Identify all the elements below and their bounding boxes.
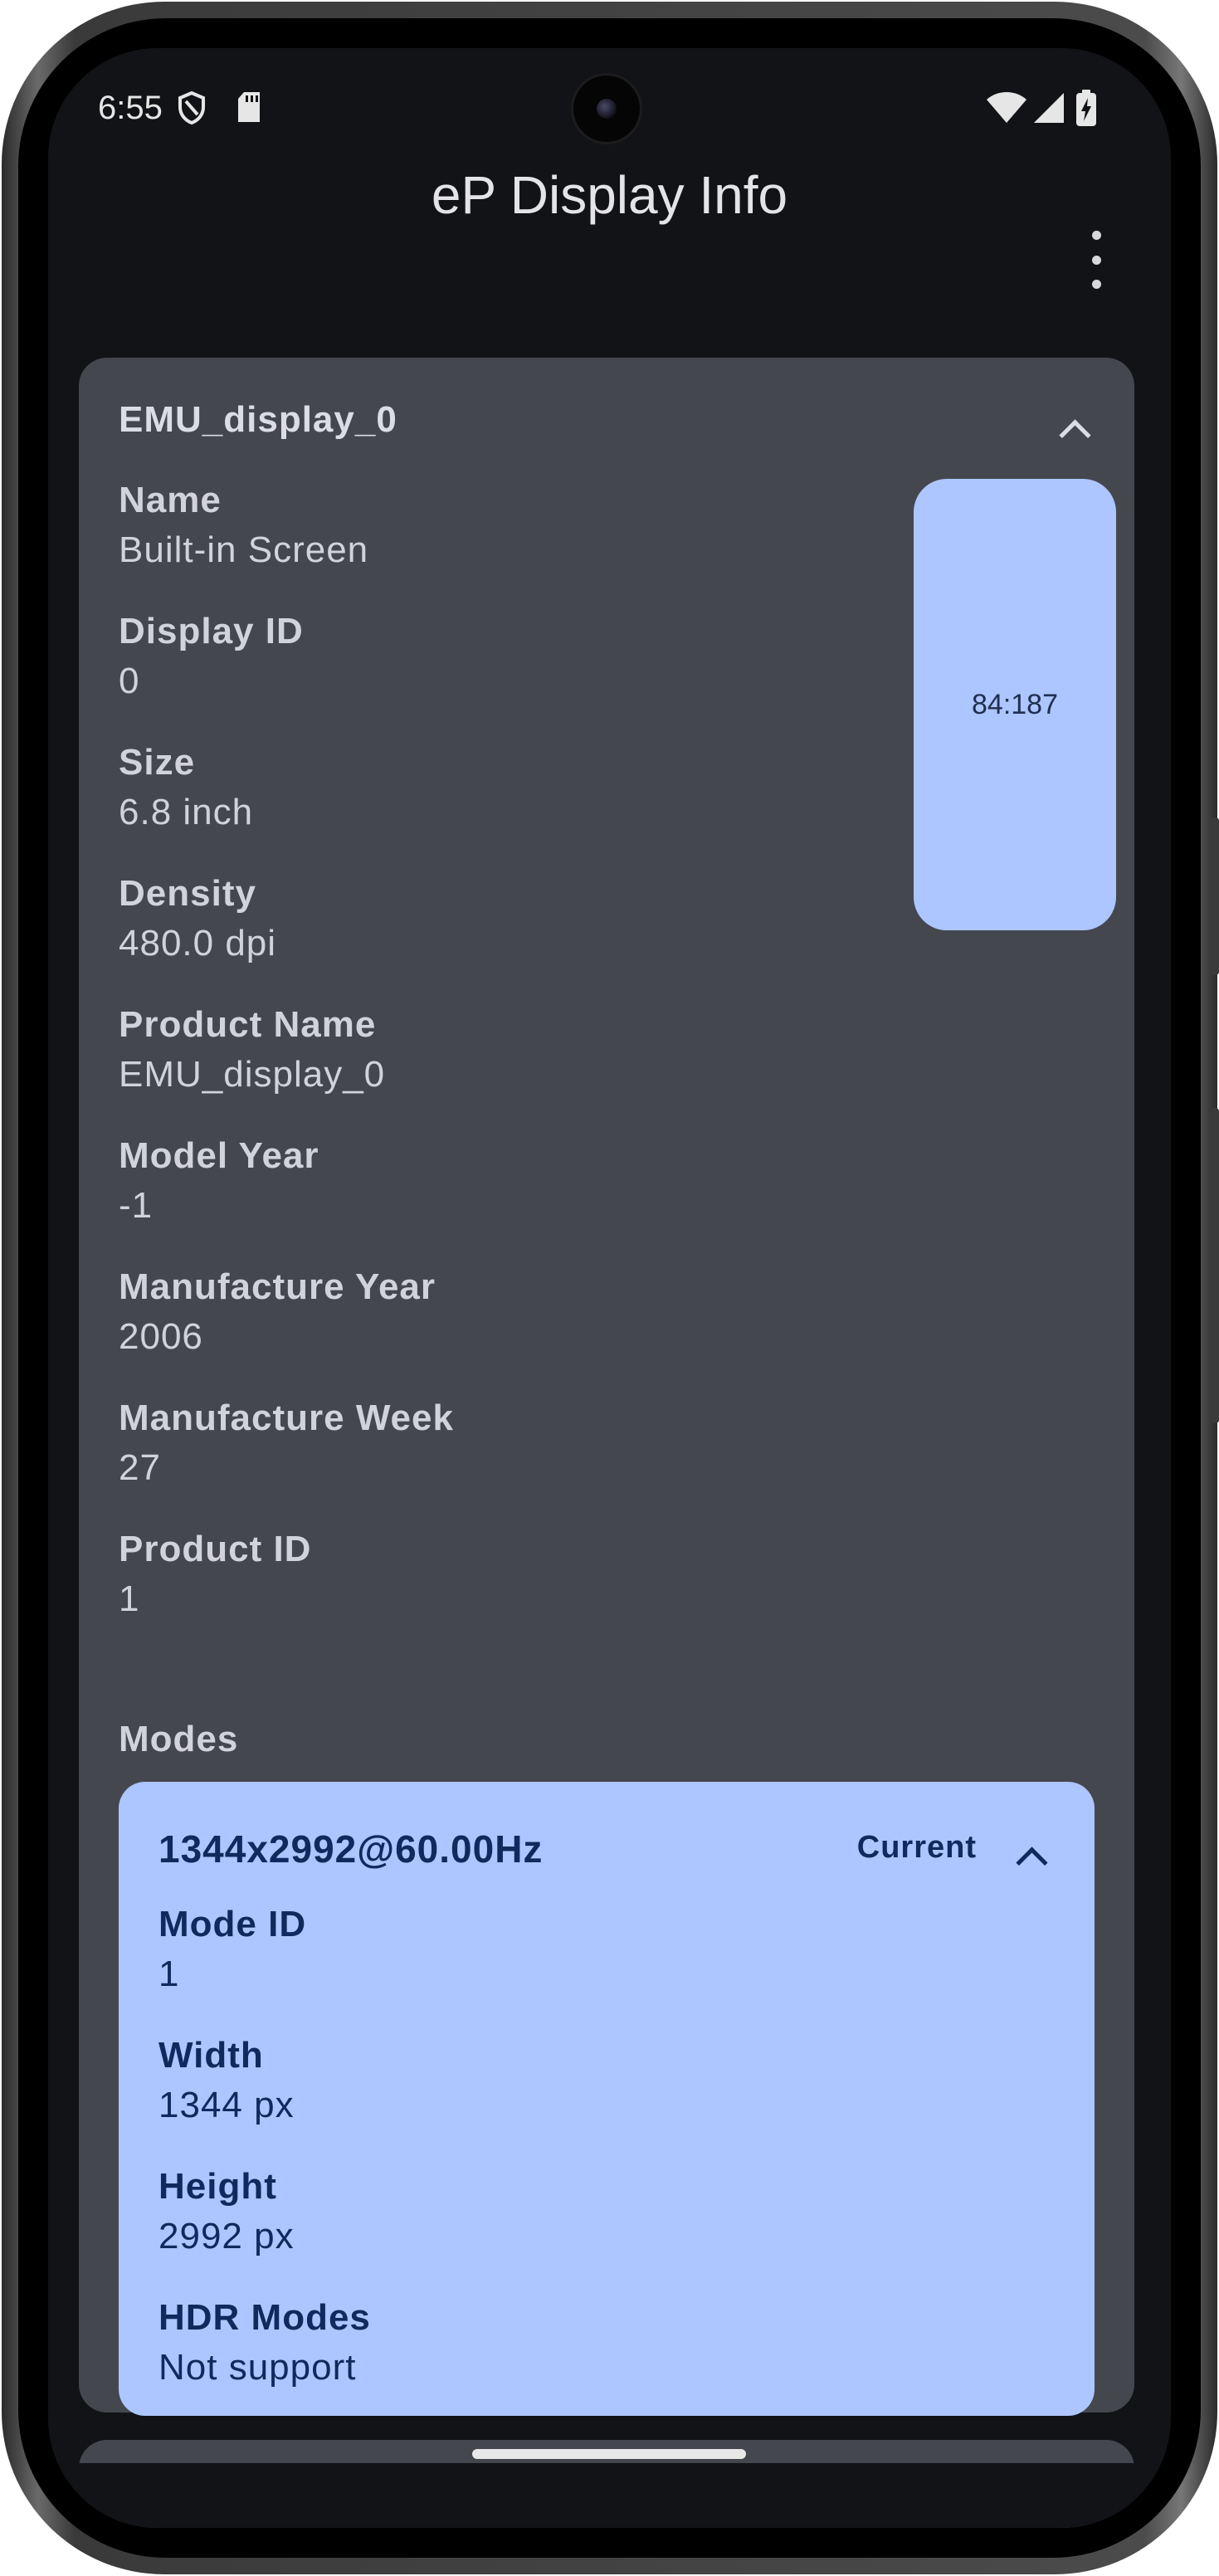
field-manufacture-week: Manufacture Week 27 [119, 1393, 454, 1493]
field-manufacture-year: Manufacture Year 2006 [119, 1262, 436, 1362]
collapse-chevron-icon[interactable] [1059, 419, 1091, 451]
modes-label: Modes [119, 1719, 239, 1759]
field-value: Built-in Screen [119, 529, 369, 570]
app-title: eP Display Info [431, 165, 788, 225]
field-label: Width [158, 2035, 264, 2076]
field-density: Density 480.0 dpi [119, 869, 276, 968]
field-product-id: Product ID 1 [119, 1525, 311, 1624]
field-value: 1 [119, 1578, 140, 1619]
field-value: 2992 px [158, 2216, 295, 2256]
status-time: 6:55 [98, 90, 163, 126]
field-value: 6.8 inch [119, 792, 254, 832]
field-label: Product Name [119, 1004, 377, 1045]
field-value: 2006 [119, 1316, 203, 1357]
mode-field-id: Mode ID 1 [158, 1900, 306, 1999]
mode-field-hdr: HDR Modes Not support [158, 2293, 371, 2393]
battery-charging-icon [1075, 90, 1097, 130]
volume-button [1211, 817, 1219, 975]
bottom-inset [48, 2463, 1171, 2528]
display-card: EMU_display_0 Name Built-in Screen Displ… [79, 358, 1134, 2416]
field-name: Name Built-in Screen [119, 476, 368, 575]
wifi-icon [986, 91, 1027, 129]
power-button [1211, 1108, 1219, 1423]
field-label: Manufacture Year [119, 1266, 436, 1307]
field-label: Mode ID [158, 1904, 307, 1944]
status-bar: 6:55 [48, 48, 1171, 148]
field-product-name: Product Name EMU_display_0 [119, 1000, 385, 1100]
field-value: 27 [119, 1447, 161, 1488]
field-size: Size 6.8 inch [119, 738, 253, 837]
aspect-ratio-preview: 84:187 [914, 479, 1116, 930]
sd-card-icon [236, 91, 262, 127]
field-display-id: Display ID 0 [119, 607, 304, 706]
cellular-signal-icon [1032, 91, 1065, 129]
current-badge: Current [856, 1830, 977, 1865]
display-card-title: EMU_display_0 [119, 399, 397, 440]
field-label: Display ID [119, 611, 304, 651]
field-value: 1 [158, 1954, 180, 1994]
field-label: Name [119, 480, 222, 520]
field-label: Height [158, 2166, 277, 2207]
field-label: HDR Modes [158, 2297, 371, 2338]
mode-card: 1344x2992@60.00Hz Current Mode ID 1 Widt… [119, 1782, 1095, 2416]
mode-field-width: Width 1344 px [158, 2031, 295, 2130]
field-model-year: Model Year -1 [119, 1131, 319, 1231]
field-value: 1344 px [158, 2085, 295, 2125]
mode-field-height: Height 2992 px [158, 2162, 295, 2261]
field-value: 0 [119, 661, 140, 701]
field-label: Model Year [119, 1135, 319, 1176]
front-camera [571, 73, 642, 144]
field-label: Size [119, 742, 196, 783]
mode-title: 1344x2992@60.00Hz [158, 1827, 544, 1871]
field-label: Manufacture Week [119, 1398, 454, 1438]
field-value: -1 [119, 1185, 154, 1226]
field-value: Not support [158, 2347, 357, 2388]
more-vertical-icon[interactable] [1080, 231, 1113, 289]
mode-collapse-chevron-icon[interactable] [1016, 1847, 1048, 1879]
field-value: 480.0 dpi [119, 923, 277, 964]
shield-icon [178, 90, 206, 129]
gesture-nav-handle[interactable] [472, 2449, 746, 2459]
field-value: EMU_display_0 [119, 1054, 386, 1095]
device-frame: 6:55 eP Display Info EMU_display_0 Name … [0, 0, 1219, 2576]
field-label: Product ID [119, 1529, 312, 1569]
field-label: Density [119, 873, 256, 914]
screen: 6:55 eP Display Info EMU_display_0 Name … [48, 48, 1171, 2528]
